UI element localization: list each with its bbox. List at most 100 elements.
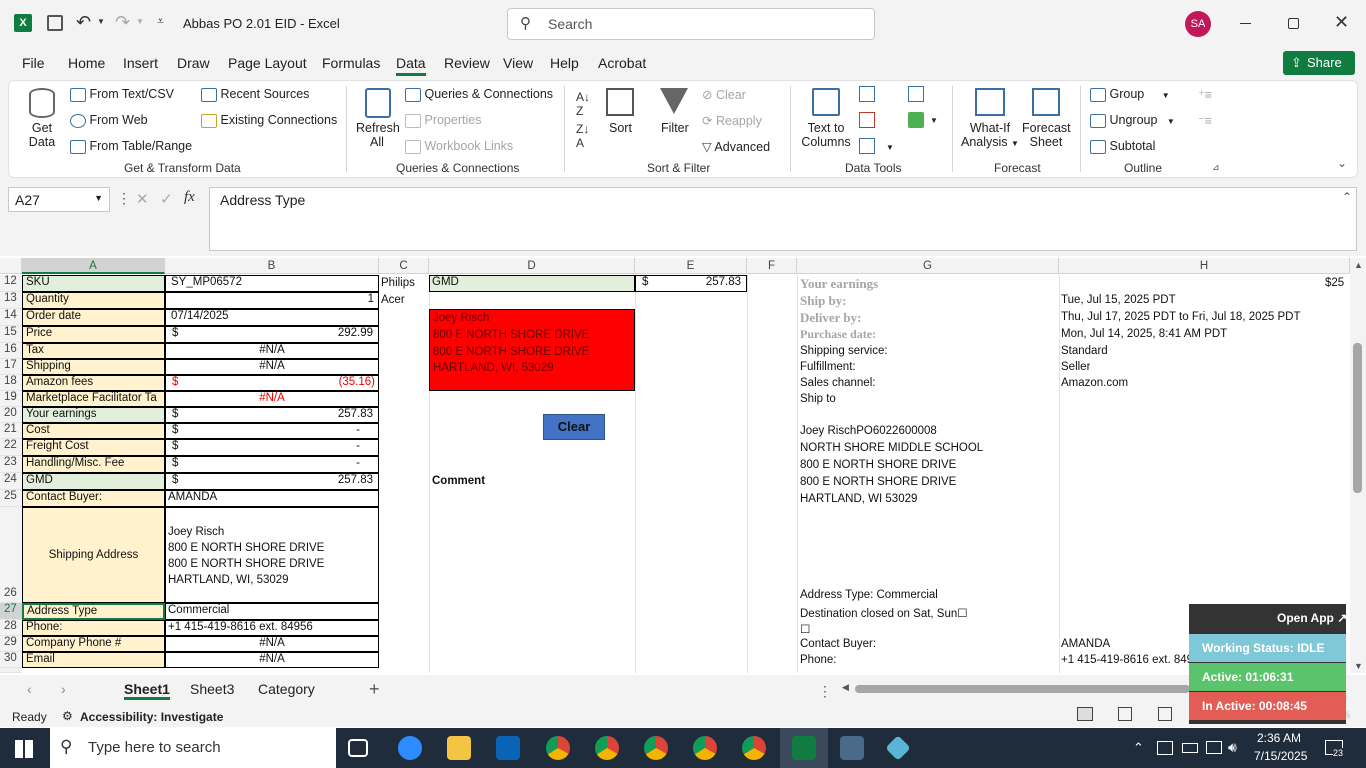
from-web-button[interactable]: From Web <box>70 113 148 128</box>
row-header-19[interactable]: 19 <box>0 391 22 407</box>
scroll-up-icon[interactable]: ▲ <box>1354 260 1363 270</box>
cell-h14[interactable]: Thu, Jul 17, 2025 PDT to Fri, Jul 18, 20… <box>1061 311 1301 323</box>
formula-options-icon[interactable]: ⋮ <box>117 190 131 207</box>
share-button[interactable]: ⇪ Share ▼ <box>1283 51 1355 93</box>
hide-detail-icon[interactable]: ⁻≡ <box>1198 113 1212 128</box>
outlook-icon[interactable] <box>496 736 520 760</box>
cell-b26[interactable]: Joey Risch 800 E NORTH SHORE DRIVE 800 E… <box>165 507 379 603</box>
cell-b24[interactable]: $257.83 <box>165 473 379 490</box>
tray-volume-icon[interactable]: 🔊︎ <box>1228 739 1237 756</box>
cell-b29[interactable]: #N/A <box>165 636 379 652</box>
cell-a22[interactable]: Freight Cost <box>22 439 165 456</box>
clear-button[interactable]: Clear <box>543 414 605 440</box>
expand-formula-bar-icon[interactable]: ⌃ <box>1342 190 1352 204</box>
row-header-30[interactable]: 30 <box>0 652 22 668</box>
show-detail-icon[interactable]: ⁺≡ <box>1198 87 1212 102</box>
cell-a26[interactable]: Shipping Address <box>22 507 165 603</box>
column-header-c[interactable]: C <box>379 258 429 274</box>
corner-select-all[interactable] <box>0 258 22 274</box>
page-layout-view-icon[interactable] <box>1118 707 1132 721</box>
cell-b23[interactable]: $ - <box>165 456 379 473</box>
row-header-25[interactable]: 25 <box>0 490 22 507</box>
cell-a20[interactable]: Your earnings <box>22 407 165 423</box>
tab-sheet3[interactable]: Sheet3 <box>190 681 234 697</box>
cell-h13[interactable]: Tue, Jul 15, 2025 PDT <box>1061 294 1176 306</box>
cell-g16[interactable]: Shipping service: <box>800 345 888 357</box>
forecast-sheet-button[interactable]: Forecast Sheet <box>1022 121 1071 149</box>
advanced-filter-button[interactable]: ▽ Advanced <box>702 139 770 154</box>
cell-h29[interactable]: AMANDA <box>1061 638 1110 650</box>
redo-icon[interactable]: ↷ <box>115 12 130 33</box>
next-sheet-icon[interactable]: › <box>61 681 66 697</box>
group-button[interactable]: Group ▼ <box>1090 87 1170 102</box>
cell-g30[interactable]: Phone: <box>800 654 836 666</box>
column-header-d[interactable]: D <box>429 258 635 274</box>
remove-duplicates-icon[interactable] <box>859 112 875 128</box>
get-data-button[interactable]: Get Data <box>22 121 62 149</box>
excel-taskbar-icon[interactable] <box>792 736 816 760</box>
sort-az-icon[interactable]: A↓ Z <box>576 90 590 118</box>
row-header-29[interactable]: 29 <box>0 636 22 652</box>
cell-h12[interactable]: $25 <box>1325 277 1344 289</box>
file-explorer-icon[interactable] <box>447 736 471 760</box>
cell-b18[interactable]: $ (35.16) <box>165 375 379 391</box>
cell-g27[interactable]: Destination closed on Sat, Sun☐ <box>800 606 968 620</box>
queries-connections-button[interactable]: Queries & Connections <box>405 87 553 102</box>
accessibility-status[interactable]: Accessibility: Investigate <box>80 710 223 724</box>
cell-b14[interactable]: 07/14/2025 <box>165 309 379 326</box>
row-header-28[interactable]: 28 <box>0 620 22 636</box>
cell-b25[interactable]: AMANDA <box>165 490 379 507</box>
data-validation-icon[interactable] <box>859 138 875 154</box>
customize-qat-icon[interactable]: ⩡ <box>157 14 164 29</box>
add-sheet-icon[interactable]: + <box>369 679 380 700</box>
normal-view-icon[interactable] <box>1077 707 1093 721</box>
tab-sheet1[interactable]: Sheet1 <box>124 681 170 700</box>
cell-g24[interactable]: 800 E NORTH SHORE DRIVE <box>800 476 956 488</box>
cell-g15[interactable]: Purchase date: <box>800 327 876 342</box>
cell-a14[interactable]: Order date <box>22 309 165 326</box>
clear-filter-button[interactable]: ⊘ Clear <box>702 87 746 102</box>
menu-draw[interactable]: Draw <box>177 55 210 71</box>
row-header-23[interactable]: 23 <box>0 456 22 473</box>
cell-b19[interactable]: #N/A <box>165 391 379 407</box>
column-header-e[interactable]: E <box>635 258 747 274</box>
sort-button[interactable]: Sort <box>609 121 632 135</box>
cell-a21[interactable]: Cost <box>22 423 165 439</box>
row-header-13[interactable]: 13 <box>0 292 22 309</box>
cell-e12[interactable]: $257.83 <box>635 275 747 292</box>
windows-start-icon[interactable] <box>15 740 33 758</box>
page-break-view-icon[interactable] <box>1158 707 1172 721</box>
cell-a24[interactable]: GMD <box>22 473 165 490</box>
text-to-columns-button[interactable]: Text to Columns <box>801 121 851 149</box>
cell-a23[interactable]: Handling/Misc. Fee <box>22 456 165 473</box>
sort-za-icon[interactable]: Z↓ A <box>576 122 589 150</box>
flash-fill-icon[interactable] <box>859 86 875 102</box>
calculator-icon[interactable] <box>840 736 864 760</box>
row-header-26[interactable]: 26 <box>0 507 22 603</box>
cell-d12[interactable]: GMD <box>429 275 635 292</box>
properties-button[interactable]: Properties <box>405 113 481 128</box>
tray-battery-icon[interactable] <box>1182 743 1198 753</box>
chrome-icon[interactable] <box>693 736 717 760</box>
outline-dialog-launcher-icon[interactable]: ⊿ <box>1212 162 1220 173</box>
avatar[interactable]: SA <box>1185 11 1211 37</box>
undo-dropdown-icon[interactable]: ▼ <box>97 17 105 26</box>
cell-g23[interactable]: 800 E NORTH SHORE DRIVE <box>800 459 956 471</box>
refresh-all-button[interactable]: Refresh All <box>356 121 400 149</box>
confirm-entry-icon[interactable]: ✓ <box>160 190 173 208</box>
name-box[interactable]: A27 ▼ <box>8 187 110 212</box>
cell-h30[interactable]: +1 415-419-8616 ext. 84956 <box>1061 654 1189 666</box>
cell-b21[interactable]: $ - <box>165 423 379 439</box>
column-header-h[interactable]: H <box>1059 258 1350 274</box>
cell-h15[interactable]: Mon, Jul 14, 2025, 8:41 AM PDT <box>1061 328 1227 340</box>
cancel-entry-icon[interactable]: ✕ <box>136 190 149 208</box>
row-header-24[interactable]: 24 <box>0 473 22 490</box>
row-header-22[interactable]: 22 <box>0 439 22 456</box>
workbook-links-button[interactable]: Workbook Links <box>405 139 513 154</box>
search-box[interactable]: ⚲ Search <box>507 8 875 40</box>
cell-a17[interactable]: Shipping <box>22 359 165 375</box>
insert-function-icon[interactable]: fx <box>184 189 195 206</box>
tray-chevron-icon[interactable]: ⌃ <box>1133 740 1144 756</box>
menu-file[interactable]: File <box>22 55 45 71</box>
chrome-icon[interactable] <box>546 736 570 760</box>
